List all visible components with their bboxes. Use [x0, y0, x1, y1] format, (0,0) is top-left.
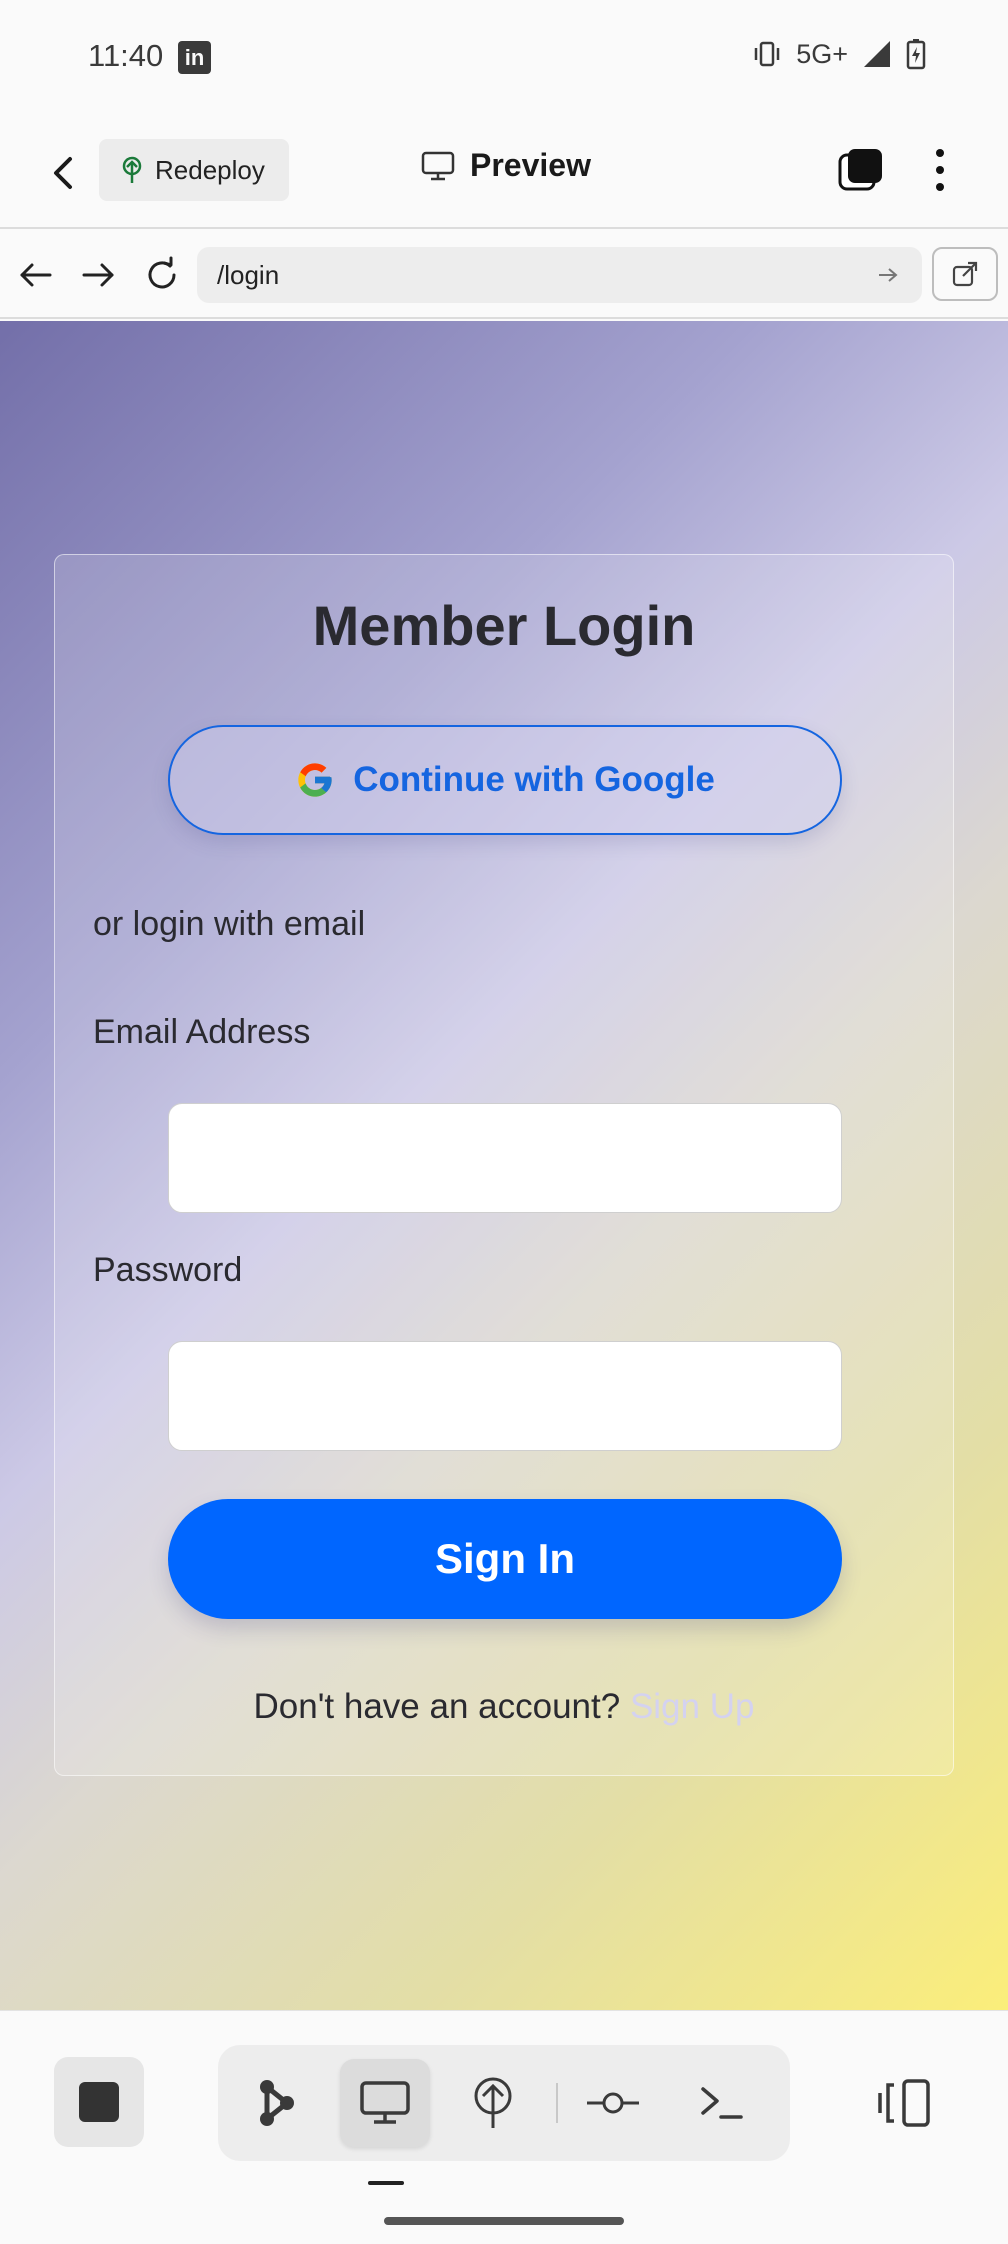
page-title: Preview — [470, 147, 591, 183]
preview-viewport: Member Login Continue with Google or log… — [0, 321, 1008, 2010]
redeploy-button[interactable]: Redeploy — [99, 139, 289, 201]
deploy-tool-button[interactable] — [448, 2059, 538, 2147]
password-field[interactable] — [168, 1341, 842, 1451]
signup-prompt: Don't have an account? Sign Up — [55, 1687, 953, 1727]
url-input[interactable]: /login — [197, 247, 922, 303]
email-label: Email Address — [93, 1013, 311, 1051]
sign-up-link[interactable]: Sign Up — [630, 1687, 755, 1726]
signal-icon — [864, 41, 890, 67]
status-bar: 11:40 in 5G+ — [0, 0, 1008, 115]
commit-icon — [587, 2092, 639, 2114]
status-time: 11:40 — [88, 38, 164, 73]
external-link-icon — [952, 261, 978, 287]
google-login-button[interactable]: Continue with Google — [168, 725, 842, 835]
linkedin-notification-icon: in — [178, 41, 211, 74]
graph-nodes-icon — [260, 2080, 294, 2126]
stop-button[interactable] — [54, 2057, 144, 2147]
redeploy-label: Redeploy — [155, 154, 265, 185]
toolbar-divider — [556, 2083, 558, 2123]
or-login-text: or login with email — [93, 905, 366, 943]
google-logo-icon — [298, 763, 332, 797]
nav-back-icon[interactable] — [14, 253, 58, 297]
more-options-icon[interactable] — [920, 145, 960, 195]
open-external-button[interactable] — [932, 247, 998, 301]
login-card: Member Login Continue with Google or log… — [54, 554, 954, 1776]
email-field[interactable] — [168, 1103, 842, 1213]
home-gesture-bar[interactable] — [384, 2217, 624, 2225]
app-bar: Redeploy Preview — [0, 115, 1008, 229]
sign-in-button[interactable]: Sign In — [168, 1499, 842, 1619]
monitor-icon — [421, 151, 455, 180]
graph-nodes-button[interactable] — [232, 2059, 322, 2147]
terminal-icon — [701, 2087, 743, 2119]
preview-title: Preview — [420, 147, 591, 184]
back-arrow-icon[interactable] — [42, 151, 86, 195]
status-indicators: 5G+ — [752, 38, 926, 70]
deploy-icon — [474, 2077, 512, 2128]
nav-forward-icon[interactable] — [76, 253, 120, 297]
url-text: /login — [217, 259, 280, 290]
commit-tool-button[interactable] — [568, 2059, 658, 2147]
bottom-toolbar — [0, 2010, 1008, 2244]
reload-icon[interactable] — [140, 253, 184, 297]
active-tab-indicator — [368, 2181, 404, 2185]
preview-tool-button[interactable] — [340, 2059, 430, 2147]
panel-toggle-icon[interactable] — [876, 2073, 936, 2133]
terminal-tool-button[interactable] — [676, 2059, 766, 2147]
google-button-label: Continue with Google — [353, 760, 715, 799]
tabs-icon[interactable] — [836, 145, 886, 195]
go-arrow-icon[interactable] — [874, 261, 902, 289]
tool-group — [218, 2045, 790, 2161]
url-bar: /login — [0, 231, 1008, 319]
vibrate-icon — [754, 41, 780, 67]
network-type: 5G+ — [796, 38, 848, 69]
password-label: Password — [93, 1251, 243, 1289]
stop-icon — [79, 2082, 119, 2122]
monitor-icon — [360, 2081, 410, 2124]
battery-charging-icon — [906, 39, 926, 70]
no-account-text: Don't have an account? — [253, 1687, 621, 1726]
login-title: Member Login — [312, 594, 696, 657]
deploy-tree-icon — [122, 156, 142, 183]
